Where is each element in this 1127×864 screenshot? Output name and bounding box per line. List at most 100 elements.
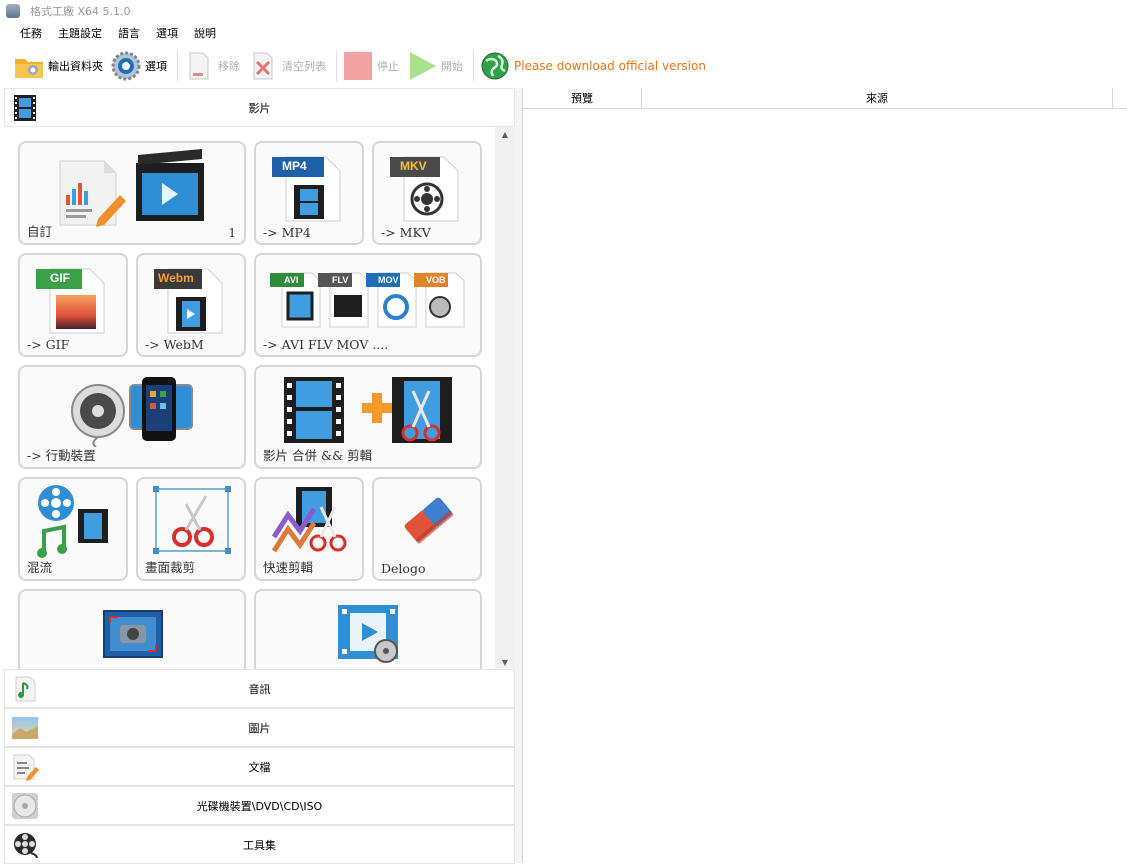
tile-custom-label: 自訂 [27, 224, 53, 239]
menu-theme[interactable]: 主題設定 [50, 25, 110, 41]
eraser-icon [404, 497, 454, 544]
tile-mp4[interactable]: MP4 -> MP4 [254, 141, 364, 245]
tile-avi-flv-mov[interactable]: AVI FLV MOV VOB -> AVI FLV MOV .... [254, 253, 482, 357]
tile-quick-cut-label: 快速剪輯 [263, 560, 314, 575]
picture-icon [11, 714, 39, 742]
category-tools-label: 工具集 [243, 838, 276, 852]
panel-splitter[interactable] [515, 88, 522, 863]
tile-mobile[interactable]: -> 行動裝置 [18, 365, 246, 469]
custom-settings-icon [59, 149, 204, 227]
remove-button[interactable]: 移除 [184, 49, 240, 83]
category-image-label: 圖片 [248, 721, 271, 735]
menu-options[interactable]: 選項 [148, 25, 186, 41]
scroll-down-arrow-icon[interactable]: ▼ [495, 655, 515, 669]
menu-bar: 任務 主題設定 語言 選項 說明 [0, 22, 224, 44]
screen-record-icon [103, 610, 163, 658]
category-video[interactable]: 影片 [4, 88, 515, 127]
category-video-label: 影片 [248, 101, 271, 115]
film-strip-icon [11, 94, 39, 122]
tile-scrollbar[interactable]: ▲ ▼ [495, 127, 515, 669]
video-player-icon [338, 605, 398, 663]
column-source[interactable]: 來源 [642, 88, 1113, 108]
category-audio[interactable]: 音訊 [4, 669, 515, 708]
clear-list-icon [248, 51, 278, 81]
flv-badge-label: FLV [332, 275, 349, 285]
document-icon [11, 753, 39, 781]
folder-icon [14, 51, 44, 81]
vob-badge-label: VOB [426, 275, 446, 285]
task-table-header: 預覽 來源 [523, 88, 1127, 109]
remove-document-icon [184, 51, 214, 81]
tile-mkv-label: -> MKV [381, 225, 431, 240]
title-bar: 格式工廠 X64 5.1.0 [0, 0, 1127, 22]
gif-badge-label: GIF [50, 271, 70, 285]
column-preview[interactable]: 預覽 [523, 88, 642, 108]
category-disc-label: 光碟機裝置\DVD\CD\ISO [196, 799, 323, 813]
toolbar: 輸出資料夾 選項 移除 清空列表 停止 開始 Please download o… [0, 46, 1127, 86]
stop-button[interactable]: 停止 [343, 49, 399, 83]
tile-mp4-label: -> MP4 [263, 225, 311, 240]
mux-icon [37, 485, 108, 558]
tile-crop-label: 畫面裁剪 [145, 560, 196, 575]
tile-webm[interactable]: Webm -> WebM [136, 253, 246, 357]
tile-avi-flv-mov-label: -> AVI FLV MOV .... [263, 337, 389, 352]
category-document[interactable]: 文檔 [4, 747, 515, 786]
tile-mobile-label: -> 行動裝置 [27, 448, 96, 463]
clear-list-button[interactable]: 清空列表 [248, 49, 326, 83]
mp4-badge-label: MP4 [282, 159, 307, 173]
scroll-up-arrow-icon[interactable]: ▲ [495, 127, 515, 141]
toolbar-separator [473, 50, 474, 82]
tile-screen-record[interactable] [18, 589, 246, 669]
tile-crop[interactable]: 畫面裁剪 [136, 477, 246, 581]
mov-badge-label: MOV [378, 275, 399, 285]
merge-cut-icon [284, 377, 452, 443]
output-folder-button[interactable]: 輸出資料夾 [14, 49, 103, 83]
window-title: 格式工廠 X64 5.1.0 [30, 5, 131, 18]
tile-mux[interactable]: 混流 [18, 477, 128, 581]
play-icon [407, 51, 437, 81]
category-document-label: 文檔 [248, 760, 271, 774]
tile-quick-cut[interactable]: 快速剪輯 [254, 477, 364, 581]
crop-scissors-icon [153, 486, 231, 554]
music-note-icon [11, 675, 39, 703]
disc-icon [11, 792, 39, 820]
tile-gif[interactable]: GIF -> GIF [18, 253, 128, 357]
menu-tasks[interactable]: 任務 [12, 25, 50, 41]
menu-language[interactable]: 語言 [110, 25, 148, 41]
tile-gif-label: -> GIF [27, 337, 70, 352]
category-tools[interactable]: 工具集 [4, 825, 515, 864]
film-reel-icon [11, 831, 39, 859]
quick-cut-icon [271, 487, 347, 553]
scrollbar-thumb[interactable] [498, 143, 512, 583]
tile-video-player[interactable] [254, 589, 482, 669]
tile-custom[interactable]: 自訂 1 [18, 141, 246, 245]
category-panel: 影片 自訂 1 MP4 -> MP4 MKV -> MKV GIF -> GIF… [4, 88, 515, 864]
menu-help[interactable]: 說明 [186, 25, 224, 41]
category-image[interactable]: 圖片 [4, 708, 515, 747]
stop-icon [343, 51, 373, 81]
tile-delogo[interactable]: Delogo [372, 477, 482, 581]
avi-badge-label: AVI [284, 275, 299, 285]
mobile-device-icon [71, 377, 193, 447]
toolbar-separator [336, 50, 337, 82]
category-audio-label: 音訊 [248, 682, 271, 696]
globe-icon [480, 51, 510, 81]
toolbar-separator [177, 50, 178, 82]
gif-file-icon [36, 268, 105, 334]
tile-custom-count: 1 [228, 226, 236, 240]
webm-badge-label: Webm [158, 271, 194, 285]
video-tools-area: 自訂 1 MP4 -> MP4 MKV -> MKV GIF -> GIF We… [4, 127, 515, 669]
options-button[interactable]: 選項 [111, 49, 167, 83]
mkv-badge-label: MKV [400, 159, 427, 173]
tile-merge-cut-label: 影片 合併 && 剪輯 [263, 448, 373, 463]
download-official-link[interactable]: Please download official version [480, 49, 706, 83]
tile-merge-cut[interactable]: 影片 合併 && 剪輯 [254, 365, 482, 469]
start-button[interactable]: 開始 [407, 49, 463, 83]
gear-icon [111, 51, 141, 81]
category-disc[interactable]: 光碟機裝置\DVD\CD\ISO [4, 786, 515, 825]
tile-mux-label: 混流 [27, 560, 53, 575]
tile-webm-label: -> WebM [145, 337, 204, 352]
tile-mkv[interactable]: MKV -> MKV [372, 141, 482, 245]
tile-delogo-label: Delogo [381, 561, 426, 576]
app-icon [6, 4, 20, 18]
